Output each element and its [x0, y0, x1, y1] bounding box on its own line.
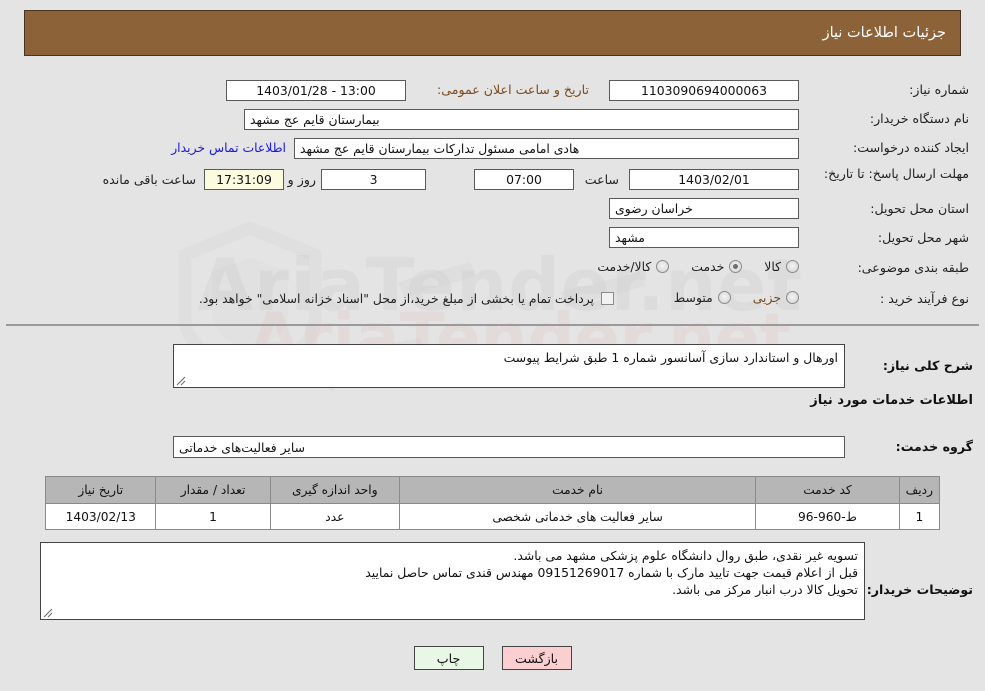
category-label: طبقه بندی موضوعی: [857, 260, 969, 275]
radio-khedmat-icon[interactable] [729, 260, 743, 273]
category-radio-group: کالا خدمت کالا/خدمت [597, 259, 799, 274]
need-number-value: 1103090694000063 [609, 80, 799, 101]
days-label: روز و [287, 172, 316, 187]
service-group-label: گروه خدمت: [895, 439, 973, 454]
services-section-title: اطلاعات خدمات مورد نیاز [810, 393, 973, 408]
hour-label: ساعت [584, 172, 619, 187]
treasury-note-row: پرداخت تمام یا بخشی از مبلغ خرید،از محل … [199, 291, 614, 306]
radio-motevaset-label: متوسط [673, 290, 713, 305]
radio-kala-khedmat-icon[interactable] [656, 260, 670, 273]
page-title: جزئیات اطلاعات نیاز [822, 25, 946, 41]
radio-kala-khedmat-label: کالا/خدمت [597, 259, 652, 274]
cell-row: 1 [898, 503, 941, 530]
th-code: کد خدمت [755, 476, 900, 504]
cell-date: 1403/02/13 [44, 503, 157, 530]
radio-option-motevaset[interactable]: متوسط [674, 290, 731, 305]
buyer-note-line-3: تحویل کالا درب انبار مرکز می باشد. [672, 582, 858, 597]
resize-grip-icon[interactable] [176, 376, 186, 386]
buyer-contact-link[interactable]: اطلاعات تماس خریدار [171, 140, 286, 155]
category-row: طبقه بندی موضوعی: [858, 260, 969, 275]
table-header-row: ردیف کد خدمت نام خدمت واحد اندازه گیری ت… [44, 476, 941, 504]
deadline-label: مهلت ارسال پاسخ: تا تاریخ: [823, 166, 969, 181]
need-number-label: شماره نیاز: [909, 82, 969, 97]
city-value: مشهد [609, 227, 799, 248]
radio-motevaset-icon[interactable] [717, 291, 731, 304]
announce-value: 13:00 - 1403/01/28 [226, 80, 406, 101]
countdown-value: 17:31:09 [204, 169, 284, 190]
remaining-label: ساعت باقی مانده [102, 172, 196, 187]
radio-option-khedmat[interactable]: خدمت [691, 259, 743, 274]
radio-option-jozii[interactable]: جزیی [753, 290, 799, 305]
process-radio-group: جزیی متوسط [674, 290, 799, 305]
description-textarea[interactable]: اورهال و استاندارد سازی آسانسور شماره 1 … [173, 344, 845, 388]
services-table: ردیف کد خدمت نام خدمت واحد اندازه گیری ت… [44, 476, 941, 530]
th-row: ردیف [898, 476, 941, 504]
announce-row: تاریخ و ساعت اعلان عمومی: [437, 82, 589, 97]
process-label: نوع فرآیند خرید : [879, 291, 969, 306]
cell-name: سایر فعالیت های خدماتی شخصی [398, 503, 757, 530]
page-header: جزئیات اطلاعات نیاز [24, 10, 961, 56]
th-unit: واحد اندازه گیری [269, 476, 400, 504]
province-row: استان محل تحویل: [870, 201, 969, 216]
back-button[interactable]: بازگشت [501, 646, 572, 670]
buyer-org-row: نام دستگاه خریدار: [870, 111, 969, 126]
requester-label: ایجاد کننده درخواست: [852, 140, 969, 155]
cell-unit: عدد [269, 503, 400, 530]
radio-jozii-label: جزیی [752, 290, 781, 305]
province-label: استان محل تحویل: [870, 201, 969, 216]
cell-code: ط-960-96 [755, 503, 900, 530]
buyer-notes-textarea[interactable]: تسویه غیر نقدی، طبق روال دانشگاه علوم پز… [40, 542, 865, 620]
description-value: اورهال و استاندارد سازی آسانسور شماره 1 … [503, 350, 838, 365]
radio-khedmat-label: خدمت [691, 259, 725, 274]
buyer-note-line-2: قبل از اعلام قیمت جهت تایید مارک با شمار… [365, 565, 858, 580]
th-name: نام خدمت [398, 476, 757, 504]
buyer-org-value: بیمارستان قایم عج مشهد [244, 109, 799, 130]
deadline-label-wrap: مهلت ارسال پاسخ: تا تاریخ: [809, 164, 969, 182]
radio-kala-label: کالا [764, 259, 781, 274]
treasury-checkbox[interactable] [601, 292, 614, 305]
need-summary-panel: شماره نیاز: 1103090694000063 تاریخ و ساع… [6, 64, 979, 326]
radio-option-kala-khedmat[interactable]: کالا/خدمت [597, 259, 670, 274]
treasury-note-label: پرداخت تمام یا بخشی از مبلغ خرید،از محل … [198, 291, 594, 306]
resize-grip-icon[interactable] [43, 608, 53, 618]
table-row: 1 ط-960-96 سایر فعالیت های خدماتی شخصی ع… [44, 503, 941, 530]
page-root: AriaTender.net AriaTender.net جزئیات اطل… [0, 0, 985, 691]
requester-value: هادی امامی مسئول تدارکات بیمارستان قایم … [294, 138, 799, 159]
province-value: خراسان رضوی [609, 198, 799, 219]
radio-jozii-icon[interactable] [786, 291, 799, 304]
action-button-bar: بازگشت چاپ [0, 646, 985, 670]
th-qty: تعداد / مقدار [155, 476, 271, 504]
buyer-contact-link-wrap[interactable]: اطلاعات تماس خریدار [171, 140, 286, 155]
deadline-date: 1403/02/01 [629, 169, 799, 190]
process-row: نوع فرآیند خرید : [880, 291, 969, 306]
cell-qty: 1 [155, 503, 271, 530]
print-button[interactable]: چاپ [413, 646, 484, 670]
days-remaining-value: 3 [321, 169, 426, 190]
radio-kala-icon[interactable] [786, 260, 799, 273]
buyer-org-label: نام دستگاه خریدار: [869, 111, 969, 126]
buyer-notes-label: توضیحات خریدار: [866, 582, 973, 597]
radio-option-kala[interactable]: کالا [764, 259, 799, 274]
description-label: شرح کلی نیاز: [882, 358, 973, 373]
requester-row: ایجاد کننده درخواست: [853, 140, 969, 155]
th-date: تاریخ نیاز [44, 476, 157, 504]
need-number-row: شماره نیاز: [909, 82, 969, 97]
buyer-note-line-1: تسویه غیر نقدی، طبق روال دانشگاه علوم پز… [513, 548, 858, 563]
deadline-time: 07:00 [474, 169, 574, 190]
announce-label: تاریخ و ساعت اعلان عمومی: [437, 82, 589, 97]
city-label: شهر محل تحویل: [877, 230, 969, 245]
city-row: شهر محل تحویل: [878, 230, 969, 245]
service-group-value: سایر فعالیت‌های خدماتی [173, 436, 845, 458]
